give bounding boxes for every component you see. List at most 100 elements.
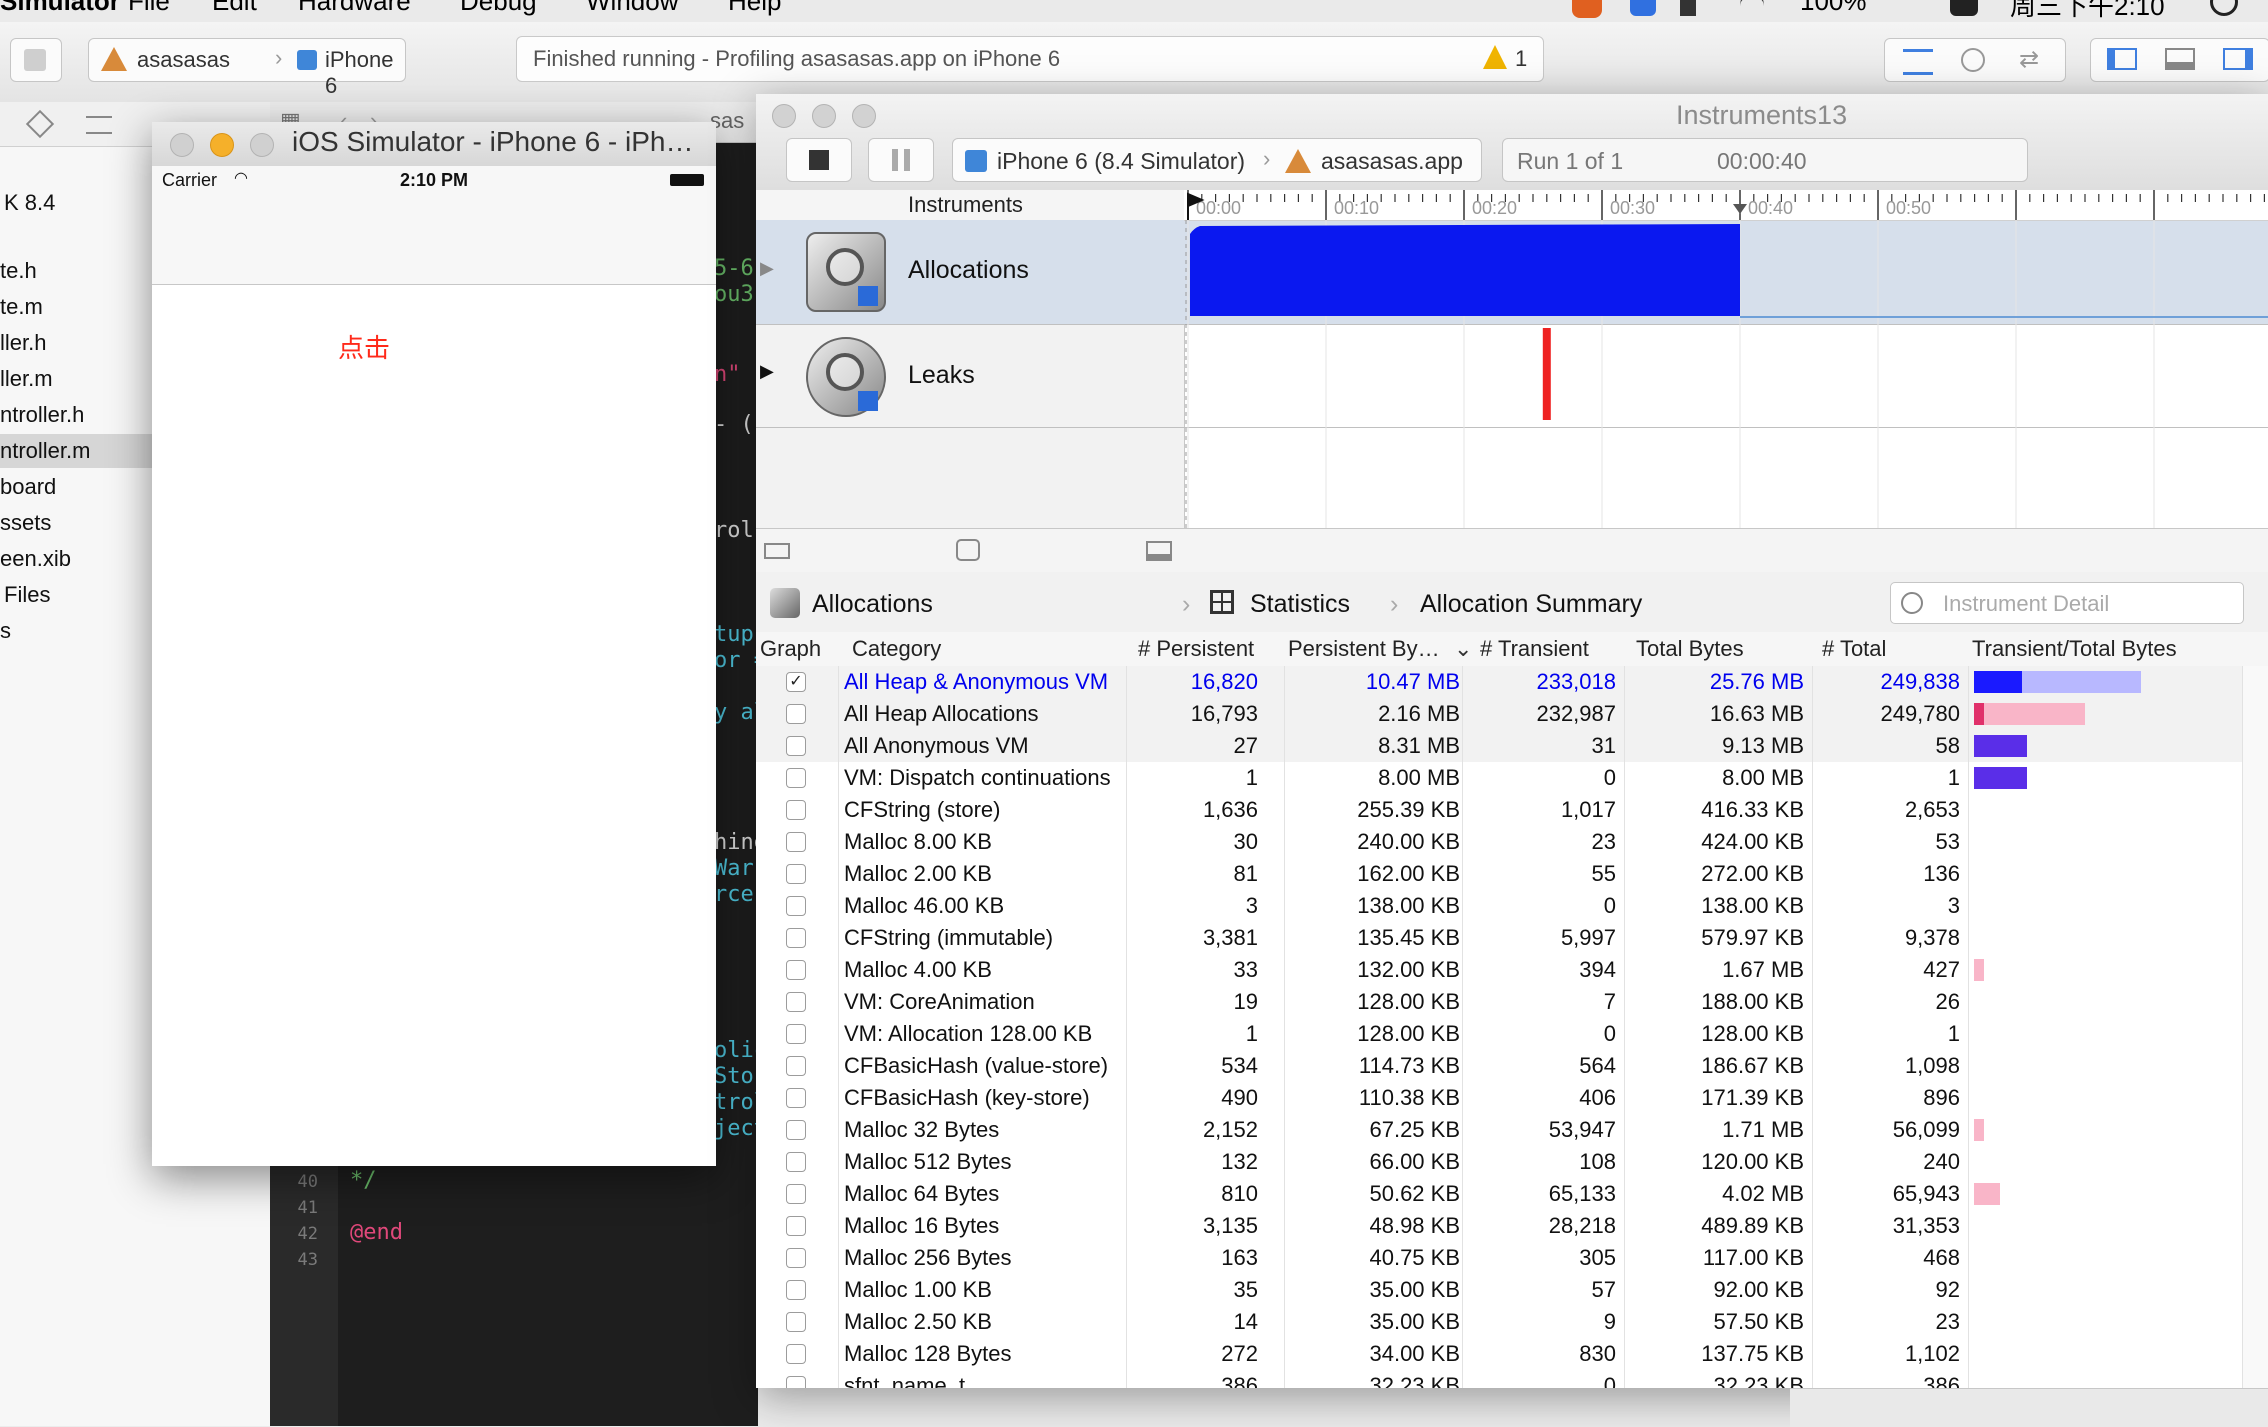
graph-checkbox[interactable] [786,704,806,724]
stop-button[interactable] [10,38,62,82]
table-row[interactable]: Malloc 2.00 KB 81 162.00 KB 55 272.00 KB 136 [756,858,2268,890]
instrument-detail-search[interactable]: Instrument Detail [1890,582,2244,624]
editor-mode-segment[interactable]: ⇄ [1884,38,2066,82]
instruments-title-bar[interactable]: Instruments13 iPhone 6 (8.4 Simulator) ›… [756,94,2268,191]
zoom-button[interactable] [250,133,274,157]
graph-checkbox[interactable] [786,1280,806,1300]
table-row[interactable]: VM: CoreAnimation 19 128.00 KB 7 188.00 KB 26 [756,986,2268,1018]
minimize-button[interactable] [210,133,234,157]
table-row[interactable]: Malloc 16 Bytes 3,135 48.98 KB 28,218 489.89… [756,1210,2268,1242]
tap-button[interactable]: 点击 [338,328,390,365]
graph-checkbox[interactable] [786,1088,806,1108]
breakpoint-navigator-icon[interactable] [25,109,55,139]
menu-window[interactable]: Window [586,0,678,17]
graph-checkbox[interactable] [786,1344,806,1364]
file-item[interactable]: ntroller.h [0,402,84,428]
table-row[interactable]: All Heap Allocations 16,793 2.16 MB 232,987… [756,698,2268,730]
assistant-editor-icon[interactable] [1961,48,1985,72]
col-persistent-bytes[interactable]: Persistent By… [1288,636,1440,662]
graph-checkbox[interactable] [786,928,806,948]
file-item[interactable]: Files [4,582,50,608]
minimize-button[interactable] [812,104,836,128]
table-row[interactable]: Malloc 46.00 KB 3 138.00 KB 0 138.00 KB 3 [756,890,2268,922]
pause-button[interactable] [868,138,934,182]
graph-checkbox[interactable]: ✓ [786,672,806,692]
col-total[interactable]: # Total [1822,636,1886,662]
navigator-toggle-icon[interactable] [2107,48,2137,70]
menu-help[interactable]: Help [728,0,781,17]
utilities-toggle-icon[interactable] [2223,48,2253,70]
graph-checkbox[interactable] [786,1184,806,1204]
menu-file[interactable]: File [128,0,170,17]
col-category[interactable]: Category [852,636,941,662]
graph-checkbox[interactable] [786,1248,806,1268]
warning-icon[interactable] [1483,45,1507,69]
table-row[interactable]: Malloc 256 Bytes 163 40.75 KB 305 117.00 KB 4… [756,1242,2268,1274]
graph-checkbox[interactable] [786,832,806,852]
file-item[interactable]: ssets [0,510,51,536]
file-item[interactable]: een.xib [0,546,71,572]
col-transient-total[interactable]: Transient/Total Bytes [1972,636,2177,662]
graph-checkbox[interactable] [786,768,806,788]
detail-toggle-icon[interactable] [956,539,980,561]
file-item[interactable]: ller.h [0,330,46,356]
extended-detail-icon[interactable] [1146,541,1172,561]
close-button[interactable] [170,133,194,157]
menu-debug[interactable]: Debug [460,0,537,17]
debug-area-toggle-icon[interactable] [2165,48,2195,70]
table-row[interactable]: sfnt_name_t 386 32.23 KB 0 32.23 KB 386 [756,1370,2268,1388]
file-item[interactable]: board [0,474,56,500]
menu-clock[interactable]: 周三下午2:10 [2010,0,2165,22]
wifi-icon[interactable] [1740,0,1764,22]
graph-checkbox[interactable] [786,1376,806,1388]
file-item[interactable]: ller.m [0,366,53,392]
table-row[interactable]: Malloc 8.00 KB 30 240.00 KB 23 424.00 KB 53 [756,826,2268,858]
jump-view[interactable]: Statistics [1250,590,1350,619]
menu-hardware[interactable]: Hardware [298,0,411,17]
jump-instrument[interactable]: Allocations [812,590,933,619]
table-row[interactable]: VM: Dispatch continuations 1 8.00 MB 0 8.00 … [756,762,2268,794]
menu-extra-icon-2[interactable] [1630,0,1656,16]
close-button[interactable] [772,104,796,128]
graph-checkbox[interactable] [786,736,806,756]
col-total-bytes[interactable]: Total Bytes [1636,636,1744,662]
graph-checkbox[interactable] [786,864,806,884]
sort-chevron-icon[interactable]: ⌄ [1454,636,1472,662]
graph-checkbox[interactable] [786,1120,806,1140]
graph-checkbox[interactable] [786,960,806,980]
table-row[interactable]: Malloc 32 Bytes 2,152 67.25 KB 53,947 1.71 M… [756,1114,2268,1146]
table-row[interactable]: Malloc 2.50 KB 14 35.00 KB 9 57.50 KB 23 [756,1306,2268,1338]
table-row[interactable]: CFBasicHash (value-store) 534 114.73 KB 564… [756,1050,2268,1082]
simulator-title-bar[interactable]: iOS Simulator - iPhone 6 - iPh… [152,122,716,167]
warning-count[interactable]: 1 [1515,46,1527,72]
spotlight-icon[interactable] [2210,0,2238,16]
view-toggle-segment[interactable] [2090,38,2268,82]
zoom-button[interactable] [852,104,876,128]
target-selector[interactable]: iPhone 6 (8.4 Simulator) › asasasas.app [952,138,1482,182]
table-row[interactable]: Malloc 64 Bytes 810 50.62 KB 65,133 4.02 MB 6… [756,1178,2268,1210]
version-editor-icon[interactable]: ⇄ [2019,45,2039,74]
statistics-table[interactable]: ✓ All Heap & Anonymous VM 16,820 10.47 MB 23… [756,666,2268,1388]
menu-extra-icon[interactable] [1572,0,1602,18]
graph-checkbox[interactable] [786,992,806,1012]
file-item[interactable]: te.h [0,258,37,284]
table-row[interactable]: Malloc 512 Bytes 132 66.00 KB 108 120.00 KB 2… [756,1146,2268,1178]
scheme-selector[interactable]: asasasas › iPhone 6 [88,38,406,98]
graph-checkbox[interactable] [786,1216,806,1236]
table-row[interactable]: ✓ All Heap & Anonymous VM 16,820 10.47 MB 23… [756,666,2268,698]
volume-icon[interactable] [1680,0,1696,16]
table-row[interactable]: Malloc 128 Bytes 272 34.00 KB 830 137.75 KB 1… [756,1338,2268,1370]
file-item[interactable]: te.m [0,294,43,320]
disclosure-triangle-icon[interactable]: ▶ [760,258,774,279]
table-row[interactable]: All Anonymous VM 27 8.31 MB 31 9.13 MB 58 [756,730,2268,763]
run-info[interactable]: Run 1 of 1 00:00:40 [1502,138,2028,182]
table-row[interactable]: CFString (immutable) 3,381 135.45 KB 5,997 5… [756,922,2268,954]
col-graph[interactable]: Graph [760,636,821,662]
table-row[interactable]: CFBasicHash (key-store) 490 110.38 KB 406 17… [756,1082,2268,1114]
standard-editor-icon[interactable] [1903,49,1933,75]
file-item[interactable]: s [0,618,11,644]
disclosure-triangle-icon[interactable]: ▶ [760,361,774,382]
graph-checkbox[interactable] [786,1024,806,1044]
menu-app-name[interactable]: Simulator [0,0,120,17]
menu-edit[interactable]: Edit [212,0,257,17]
